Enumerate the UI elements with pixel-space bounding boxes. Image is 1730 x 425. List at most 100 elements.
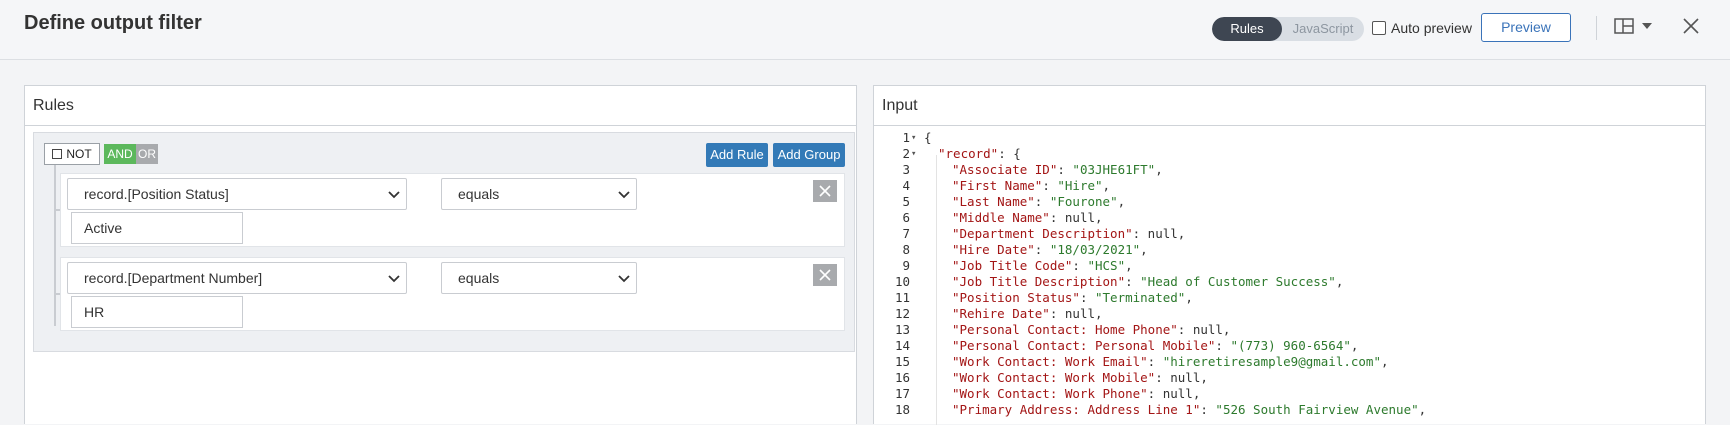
json-key: "Personal Contact: Home Phone": [952, 322, 1178, 337]
rules-panel-title: Rules: [25, 86, 856, 126]
json-punct: ,: [1350, 338, 1359, 353]
json-punct: : null,: [1049, 306, 1103, 321]
code-line: 16 "Work Contact: Work Mobile": null,: [874, 370, 1705, 386]
dialog-header: Define output filter Rules JavaScript Au…: [0, 0, 1730, 60]
rule-row: record.[Position Status] equals Active: [60, 173, 845, 247]
json-punct: :: [1200, 402, 1216, 417]
not-toggle[interactable]: NOT: [44, 143, 100, 165]
operator-select[interactable]: equals: [441, 178, 637, 210]
fold-arrow-icon[interactable]: ▾: [911, 146, 921, 162]
json-code-editor[interactable]: 1 ▾{2 ▾ "record": {3 "Associate ID": "03JHE6…: [874, 126, 1705, 425]
layout-menu-button[interactable]: [1614, 18, 1652, 34]
mode-javascript-tab[interactable]: JavaScript: [1282, 17, 1364, 41]
code-text: "Work Contact: Work Phone": null,: [952, 386, 1200, 402]
json-key: "Rehire Date": [952, 306, 1050, 321]
json-key: "Personal Contact: Personal Mobile": [952, 338, 1216, 353]
line-number: 13: [894, 322, 910, 337]
code-line: 4 "First Name": "Hire",: [874, 178, 1705, 194]
preview-button[interactable]: Preview: [1481, 13, 1571, 42]
code-text: "Position Status": "Terminated",: [952, 290, 1193, 306]
field-select[interactable]: record.[Department Number]: [67, 262, 407, 294]
delete-rule-button[interactable]: [813, 264, 837, 286]
line-number: 2: [902, 146, 910, 161]
line-number: 3: [902, 162, 910, 177]
field-select-value: record.[Position Status]: [84, 186, 229, 202]
code-text: "Rehire Date": null,: [952, 306, 1103, 322]
line-number: 8: [902, 242, 910, 257]
fold-arrow-icon[interactable]: ▾: [911, 130, 921, 146]
json-key: "Associate ID": [952, 162, 1058, 177]
line-number: 18: [894, 402, 910, 417]
line-number: 15: [894, 354, 910, 369]
json-punct: :: [1034, 194, 1050, 209]
json-punct: ,: [1140, 242, 1148, 257]
layout-icon: [1614, 18, 1634, 34]
auto-preview-checkbox[interactable]: [1372, 21, 1386, 35]
json-punct: :: [1079, 290, 1095, 305]
code-text: "Personal Contact: Personal Mobile": "(7…: [952, 338, 1358, 354]
code-text: "Work Contact: Work Email": "hireretires…: [952, 354, 1389, 370]
json-key: "Hire Date": [952, 242, 1035, 257]
and-toggle[interactable]: AND: [104, 144, 136, 164]
json-value: "HCS": [1087, 258, 1126, 273]
json-value: "Hire": [1057, 178, 1103, 193]
json-key: "First Name": [952, 178, 1043, 193]
auto-preview-option[interactable]: Auto preview: [1372, 20, 1472, 36]
json-punct: ,: [1418, 402, 1427, 417]
not-label: NOT: [66, 147, 92, 161]
value-input[interactable]: HR: [71, 296, 243, 328]
line-number: 4: [902, 178, 910, 193]
json-key: "Job Title Description": [952, 274, 1126, 289]
add-group-button[interactable]: Add Group: [773, 143, 845, 167]
or-toggle[interactable]: OR: [136, 144, 158, 164]
json-value: "Fourone": [1049, 194, 1118, 209]
code-line: 6 "Middle Name": null,: [874, 210, 1705, 226]
json-key: "Primary Address: Address Line 1": [952, 402, 1201, 417]
json-value: "hireretiresample9@gmail.com": [1162, 354, 1381, 369]
code-line: 18 "Primary Address: Address Line 1": "52…: [874, 402, 1705, 418]
mode-rules-tab[interactable]: Rules: [1212, 17, 1282, 41]
json-punct: : null,: [1155, 370, 1208, 385]
code-text: "Middle Name": null,: [952, 210, 1103, 226]
code-text: "Job Title Description": "Head of Custom…: [952, 274, 1343, 290]
code-line: 11 "Position Status": "Terminated",: [874, 290, 1705, 306]
field-select[interactable]: record.[Position Status]: [67, 178, 407, 210]
json-punct: {: [924, 130, 932, 145]
code-text: "Associate ID": "03JHE61FT",: [952, 162, 1163, 178]
json-punct: ,: [1185, 290, 1193, 305]
line-number: 17: [894, 386, 910, 401]
add-rule-button[interactable]: Add Rule: [706, 143, 768, 167]
chevron-down-icon: [1642, 23, 1652, 29]
close-icon: [819, 269, 831, 281]
code-line: 17 "Work Contact: Work Phone": null,: [874, 386, 1705, 402]
line-number: 5: [902, 194, 910, 209]
json-punct: : null,: [1147, 386, 1201, 401]
code-line: 14 "Personal Contact: Personal Mobile": "…: [874, 338, 1705, 354]
close-icon[interactable]: [1682, 17, 1700, 35]
not-checkbox[interactable]: [52, 149, 63, 159]
json-punct: : {: [998, 146, 1021, 161]
json-punct: ,: [1155, 162, 1163, 177]
input-panel-title: Input: [874, 86, 1705, 126]
rule-group: NOT AND OR Add Rule Add Group record.[Po…: [33, 132, 855, 352]
json-punct: ,: [1380, 354, 1389, 369]
code-text: {: [924, 130, 932, 146]
json-value: "18/03/2021": [1049, 242, 1141, 257]
json-punct: :: [1072, 258, 1088, 273]
code-text: "Work Contact: Work Mobile": null,: [952, 370, 1208, 386]
rules-panel: Rules NOT AND OR Add Rule Add Group reco…: [24, 85, 857, 424]
operator-select[interactable]: equals: [441, 262, 637, 294]
mode-toggle[interactable]: Rules JavaScript: [1212, 17, 1364, 41]
code-line: 7 "Department Description": null,: [874, 226, 1705, 242]
delete-rule-button[interactable]: [813, 180, 837, 202]
value-input[interactable]: Active: [71, 212, 243, 244]
json-punct: :: [1057, 162, 1073, 177]
json-punct: ,: [1125, 258, 1133, 273]
json-punct: ,: [1335, 274, 1344, 289]
json-key: "Work Contact: Work Phone": [952, 386, 1148, 401]
json-key: "Work Contact: Work Mobile": [952, 370, 1156, 385]
page-title: Define output filter: [24, 12, 202, 34]
json-value: "Terminated": [1095, 290, 1186, 305]
json-punct: :: [1147, 354, 1163, 369]
close-icon: [819, 185, 831, 197]
